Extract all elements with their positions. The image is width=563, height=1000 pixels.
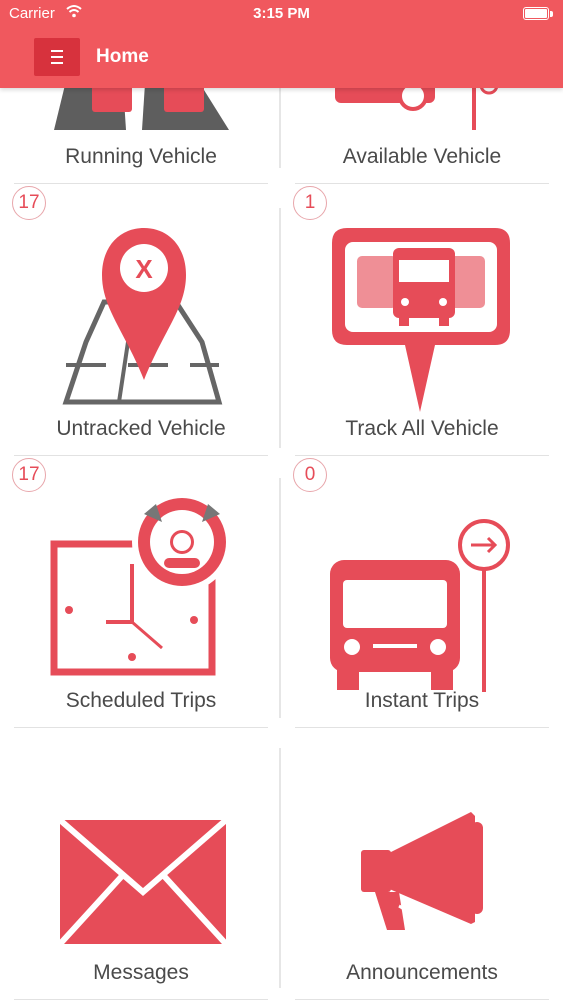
tile-label: Scheduled Trips — [65, 689, 217, 712]
svg-text:X: X — [135, 254, 153, 284]
bus-fleet-icon — [295, 180, 549, 420]
tile-messages[interactable]: Messages — [14, 724, 268, 1000]
column-divider — [279, 478, 281, 718]
tile-label: Announcements — [346, 961, 498, 984]
map-pin-x-icon: X — [14, 180, 268, 420]
column-divider — [279, 208, 281, 448]
page-title: Home — [96, 46, 149, 67]
battery-icon — [523, 7, 549, 20]
menu-button[interactable] — [34, 38, 80, 76]
tile-scheduled-trips[interactable]: 17 Scheduled Trips — [12, 452, 268, 728]
app-header: Carrier 3:15 PM Home — [0, 0, 563, 88]
bus-stop-icon — [295, 452, 549, 692]
hamburger-line — [51, 50, 63, 52]
tile-announcements[interactable]: Announcements — [295, 724, 549, 1000]
tile-instant-trips[interactable]: 0 Instant Trips — [293, 452, 549, 728]
status-time: 3:15 PM — [253, 5, 310, 22]
app-screen: Running Vehicle Available Vehicle 17 X U… — [0, 0, 563, 1000]
status-bar: Carrier 3:15 PM — [0, 0, 563, 30]
hamburger-line — [51, 62, 63, 64]
tile-label: Untracked Vehicle — [56, 417, 226, 440]
column-divider — [279, 748, 281, 988]
tile-label: Instant Trips — [364, 689, 480, 712]
tile-label: Running Vehicle — [65, 145, 217, 168]
tile-label: Messages — [93, 961, 189, 984]
tile-label: Available Vehicle — [342, 145, 502, 168]
tile-label: Track All Vehicle — [345, 417, 499, 440]
hamburger-line — [51, 56, 63, 58]
tile-untracked-vehicle[interactable]: 17 X Untracked Vehicle — [12, 180, 268, 456]
battery-tip — [550, 11, 553, 17]
envelope-icon — [14, 724, 268, 964]
megaphone-icon — [295, 724, 549, 964]
tile-track-all-vehicle[interactable]: 1 Track All Vehicle — [293, 180, 549, 456]
clock-steering-icon — [14, 452, 268, 692]
